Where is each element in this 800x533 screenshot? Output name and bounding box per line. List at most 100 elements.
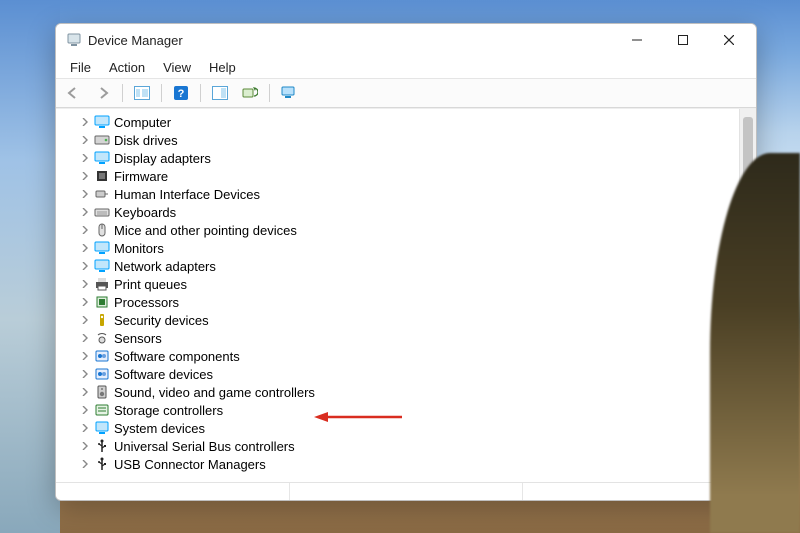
menu-view[interactable]: View — [155, 59, 199, 76]
toolbar-separator — [161, 84, 162, 102]
expand-chevron-icon[interactable] — [78, 385, 92, 399]
expand-chevron-icon[interactable] — [78, 331, 92, 345]
forward-button[interactable] — [90, 81, 116, 105]
menu-action[interactable]: Action — [101, 59, 153, 76]
expand-chevron-icon[interactable] — [78, 151, 92, 165]
device-category-print-queues[interactable]: Print queues — [72, 275, 739, 293]
sw-icon — [94, 348, 110, 364]
maximize-button[interactable] — [660, 25, 706, 55]
device-category-label: Network adapters — [114, 259, 216, 274]
device-category-sensors[interactable]: Sensors — [72, 329, 739, 347]
device-category-processors[interactable]: Processors — [72, 293, 739, 311]
expand-chevron-icon[interactable] — [78, 421, 92, 435]
device-category-label: Firmware — [114, 169, 168, 184]
security-icon — [94, 312, 110, 328]
device-category-sw-components[interactable]: Software components — [72, 347, 739, 365]
window-title: Device Manager — [88, 33, 183, 48]
expand-chevron-icon[interactable] — [78, 169, 92, 183]
scrollbar-thumb[interactable] — [743, 117, 753, 377]
expand-chevron-icon[interactable] — [78, 295, 92, 309]
usb-icon — [94, 456, 110, 472]
device-category-network[interactable]: Network adapters — [72, 257, 739, 275]
expand-chevron-icon[interactable] — [78, 115, 92, 129]
device-category-label: Human Interface Devices — [114, 187, 260, 202]
menubar: File Action View Help — [56, 56, 756, 79]
menu-file[interactable]: File — [62, 59, 99, 76]
device-category-label: Mice and other pointing devices — [114, 223, 297, 238]
device-category-label: Print queues — [114, 277, 187, 292]
desktop-wallpaper: Device Manager File Action View Help — [0, 0, 800, 533]
expand-chevron-icon[interactable] — [78, 403, 92, 417]
device-category-computer[interactable]: Computer — [72, 113, 739, 131]
expand-chevron-icon[interactable] — [78, 187, 92, 201]
device-category-monitors[interactable]: Monitors — [72, 239, 739, 257]
keyboard-icon — [94, 204, 110, 220]
toolbar-separator — [200, 84, 201, 102]
back-button[interactable] — [60, 81, 86, 105]
expand-chevron-icon[interactable] — [78, 259, 92, 273]
device-category-label: Display adapters — [114, 151, 211, 166]
minimize-button[interactable] — [614, 25, 660, 55]
menu-help[interactable]: Help — [201, 59, 244, 76]
device-category-label: Sound, video and game controllers — [114, 385, 315, 400]
sensor-icon — [94, 330, 110, 346]
svg-text:?: ? — [178, 88, 185, 100]
device-category-label: Sensors — [114, 331, 162, 346]
device-category-security[interactable]: Security devices — [72, 311, 739, 329]
device-category-hid[interactable]: Human Interface Devices — [72, 185, 739, 203]
device-category-label: Universal Serial Bus controllers — [114, 439, 295, 454]
vertical-scrollbar[interactable] — [739, 109, 756, 482]
device-category-usb[interactable]: Universal Serial Bus controllers — [72, 437, 739, 455]
speaker-icon — [94, 384, 110, 400]
expand-chevron-icon[interactable] — [78, 313, 92, 327]
statusbar — [56, 482, 756, 500]
expand-chevron-icon[interactable] — [78, 439, 92, 453]
device-category-label: Monitors — [114, 241, 164, 256]
toolbar-separator — [122, 84, 123, 102]
expand-chevron-icon[interactable] — [78, 457, 92, 471]
device-category-sound[interactable]: Sound, video and game controllers — [72, 383, 739, 401]
expand-chevron-icon[interactable] — [78, 223, 92, 237]
expand-chevron-icon[interactable] — [78, 277, 92, 291]
expand-chevron-icon[interactable] — [78, 205, 92, 219]
chip-icon — [94, 168, 110, 184]
device-category-label: Software devices — [114, 367, 213, 382]
show-hide-console-tree-button[interactable] — [129, 81, 155, 105]
close-button[interactable] — [706, 25, 752, 55]
device-category-keyboards[interactable]: Keyboards — [72, 203, 739, 221]
device-category-label: Keyboards — [114, 205, 176, 220]
help-button[interactable]: ? — [168, 81, 194, 105]
device-category-firmware[interactable]: Firmware — [72, 167, 739, 185]
monitor-icon — [94, 114, 110, 130]
hid-icon — [94, 186, 110, 202]
content-area: Computer Disk drives Display adapters Firmw… — [56, 108, 756, 482]
expand-chevron-icon[interactable] — [78, 133, 92, 147]
expand-chevron-icon[interactable] — [78, 349, 92, 363]
device-category-mice[interactable]: Mice and other pointing devices — [72, 221, 739, 239]
device-category-storage[interactable]: Storage controllers — [72, 401, 739, 419]
status-segment — [523, 483, 756, 500]
device-category-system[interactable]: System devices — [72, 419, 739, 437]
device-category-label: Disk drives — [114, 133, 178, 148]
usb-icon — [94, 438, 110, 454]
disk-icon — [94, 132, 110, 148]
storage-icon — [94, 402, 110, 418]
device-category-sw-devices[interactable]: Software devices — [72, 365, 739, 383]
device-tree[interactable]: Computer Disk drives Display adapters Firmw… — [56, 109, 739, 482]
scan-hardware-button[interactable] — [237, 81, 263, 105]
remote-computer-button[interactable] — [276, 81, 302, 105]
action-pane-button[interactable] — [207, 81, 233, 105]
monitor-icon — [94, 258, 110, 274]
device-category-label: Security devices — [114, 313, 209, 328]
mouse-icon — [94, 222, 110, 238]
toolbar-separator — [269, 84, 270, 102]
device-category-usb-connector[interactable]: USB Connector Managers — [72, 455, 739, 473]
device-category-disk-drives[interactable]: Disk drives — [72, 131, 739, 149]
toolbar: ? — [56, 79, 756, 108]
device-category-label: Computer — [114, 115, 171, 130]
monitor-icon — [94, 240, 110, 256]
expand-chevron-icon[interactable] — [78, 367, 92, 381]
expand-chevron-icon[interactable] — [78, 241, 92, 255]
app-icon — [66, 32, 82, 48]
device-category-display-adapters[interactable]: Display adapters — [72, 149, 739, 167]
